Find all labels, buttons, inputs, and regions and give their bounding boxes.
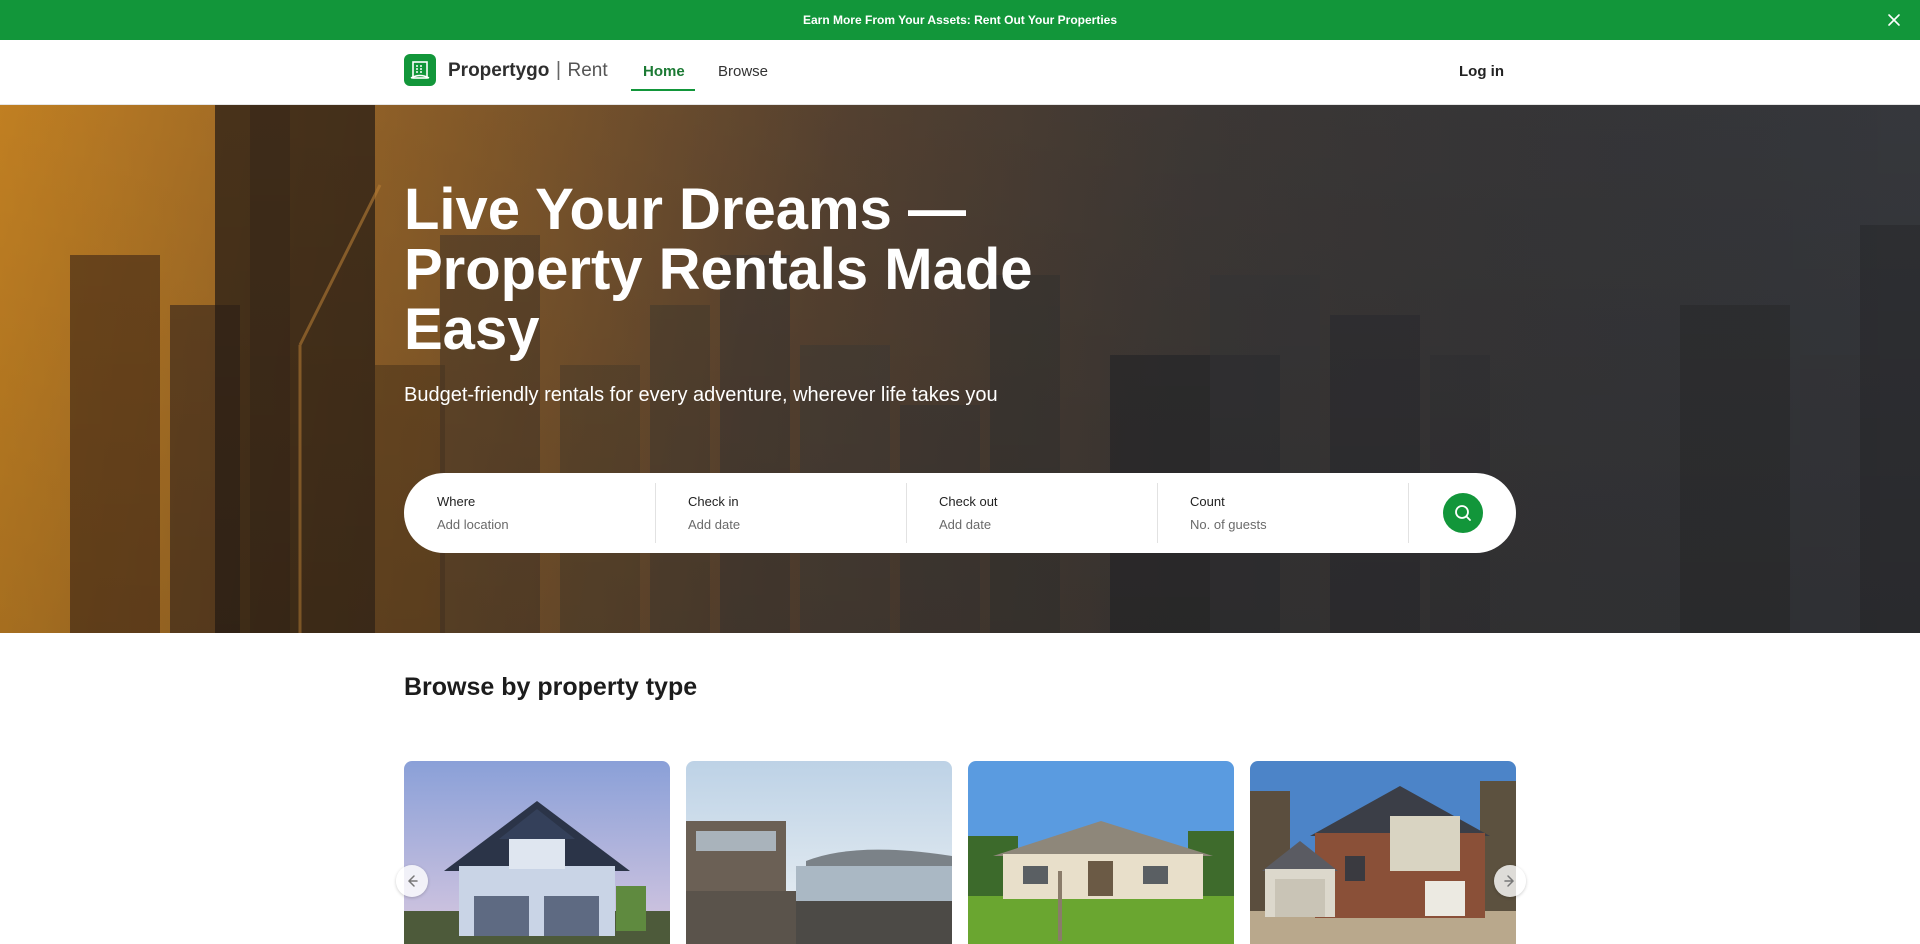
- ranch-house-photo: [968, 761, 1234, 944]
- nav-home[interactable]: Home: [643, 63, 685, 80]
- checkin-field[interactable]: Check in Add date: [655, 473, 906, 553]
- property-card-two-story[interactable]: [1250, 761, 1516, 944]
- property-card-suburban[interactable]: [404, 761, 670, 944]
- two-story-house-photo: [1250, 761, 1516, 944]
- carousel-next-button[interactable]: [1494, 865, 1526, 897]
- active-tab-indicator: [631, 89, 695, 91]
- promo-banner: Earn More From Your Assets: Rent Out You…: [0, 0, 1920, 40]
- nav-browse[interactable]: Browse: [718, 63, 768, 80]
- where-placeholder: Add location: [437, 517, 509, 532]
- where-label: Where: [437, 494, 476, 509]
- hero-subtitle: Budget-friendly rentals for every advent…: [404, 384, 998, 406]
- checkin-label: Check in: [688, 494, 739, 509]
- promo-text[interactable]: Earn More From Your Assets: Rent Out You…: [803, 13, 1117, 27]
- property-card-ranch[interactable]: [968, 761, 1234, 944]
- checkout-label: Check out: [939, 494, 998, 509]
- chevron-left-icon: [407, 875, 418, 887]
- count-label: Count: [1190, 494, 1225, 509]
- checkin-placeholder: Add date: [688, 517, 741, 532]
- building-logo-icon: [404, 54, 436, 86]
- count-field[interactable]: Count No. of guests: [1157, 473, 1408, 553]
- login-link[interactable]: Log in: [1459, 63, 1504, 80]
- top-navbar: Propertygo | Rent Home Browse Log in: [0, 40, 1920, 105]
- carousel-prev-button[interactable]: [396, 865, 428, 897]
- search-button[interactable]: [1443, 493, 1483, 533]
- count-placeholder: No. of guests: [1190, 517, 1267, 532]
- hero-section: Live Your Dreams — Property Rentals Made…: [0, 105, 1920, 633]
- section-title: Browse by property type: [404, 673, 698, 701]
- chevron-right-icon: [1504, 875, 1515, 887]
- search-bar: Where Add location Check in Add date Che…: [404, 473, 1516, 553]
- search-divider: [1408, 483, 1409, 543]
- close-icon[interactable]: [1884, 10, 1904, 30]
- checkout-field[interactable]: Check out Add date: [906, 473, 1157, 553]
- checkout-placeholder: Add date: [939, 517, 992, 532]
- brand-separator: |: [555, 58, 562, 81]
- search-icon: [1455, 505, 1471, 521]
- hero-title: Live Your Dreams — Property Rentals Made…: [404, 177, 1033, 362]
- brand[interactable]: Propertygo | Rent: [404, 54, 608, 86]
- suburban-house-photo: [404, 761, 670, 944]
- where-field[interactable]: Where Add location: [404, 473, 655, 553]
- brand-sub: Rent: [567, 59, 608, 81]
- lakeside-house-photo: [686, 761, 952, 944]
- brand-name: Propertygo: [448, 59, 550, 81]
- property-card-lakeside[interactable]: [686, 761, 952, 944]
